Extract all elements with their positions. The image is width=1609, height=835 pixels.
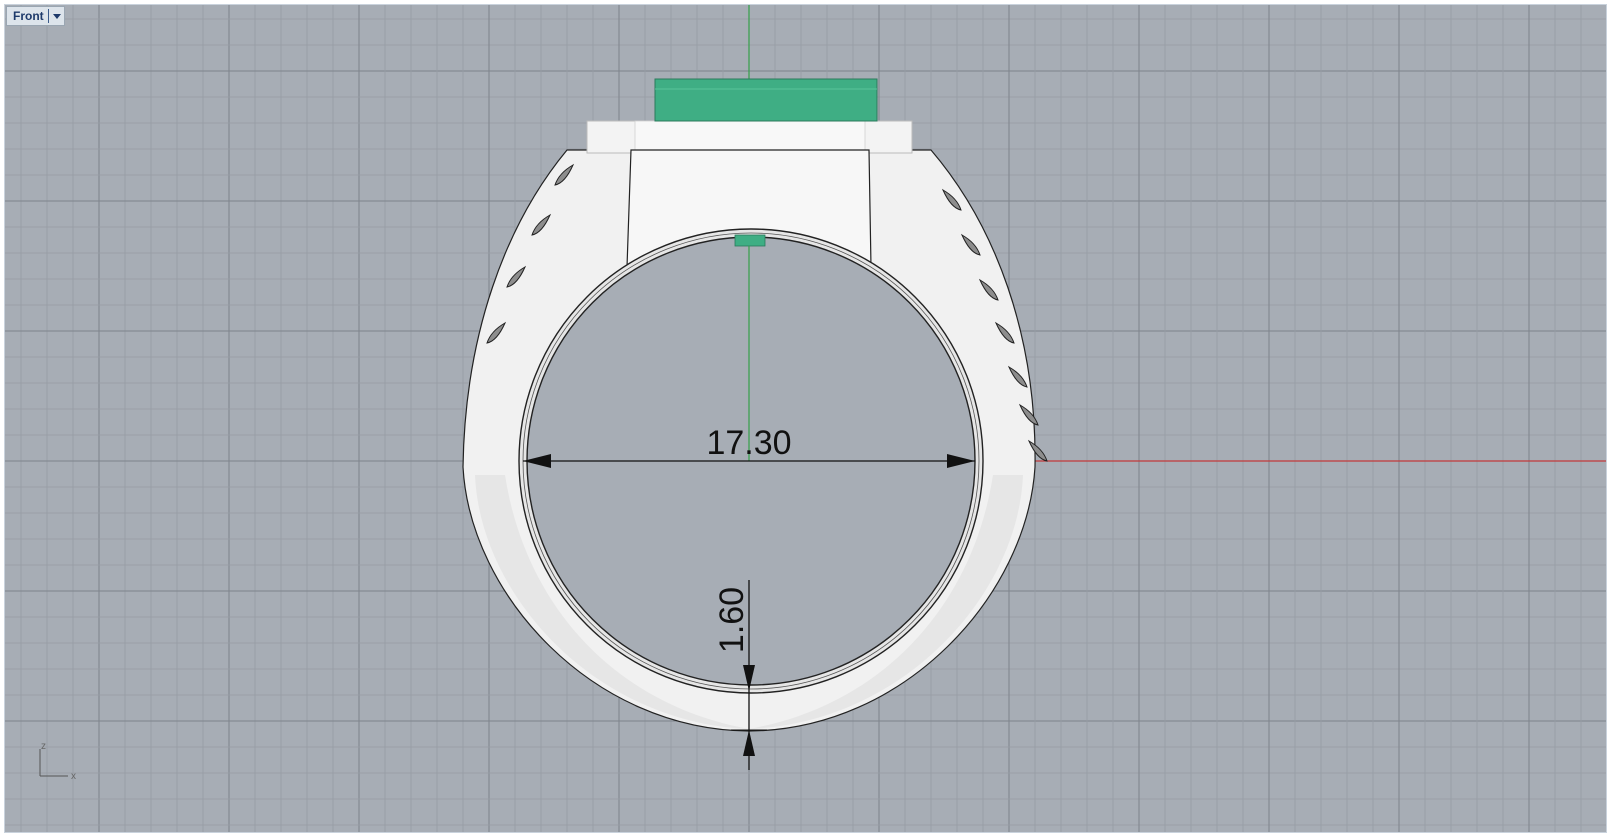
gemstone[interactable] bbox=[654, 78, 878, 122]
viewport-title-menu[interactable]: Front bbox=[6, 6, 65, 26]
dropdown-arrow-icon[interactable] bbox=[52, 13, 61, 19]
gem-seat bbox=[734, 234, 766, 247]
viewport-scene[interactable]: 17.30 1.60 z x bbox=[5, 5, 1607, 833]
separator bbox=[47, 9, 49, 23]
dimension-value-thickness: 1.60 bbox=[713, 587, 751, 653]
viewport-title: Front bbox=[13, 9, 44, 23]
front-viewport[interactable]: 17.30 1.60 z x Front bbox=[4, 4, 1607, 833]
bezel-plate-inner bbox=[634, 120, 866, 152]
x-axis-label: x bbox=[71, 771, 76, 782]
z-axis-label: z bbox=[41, 741, 46, 752]
dimension-value-diameter: 17.30 bbox=[706, 424, 791, 462]
